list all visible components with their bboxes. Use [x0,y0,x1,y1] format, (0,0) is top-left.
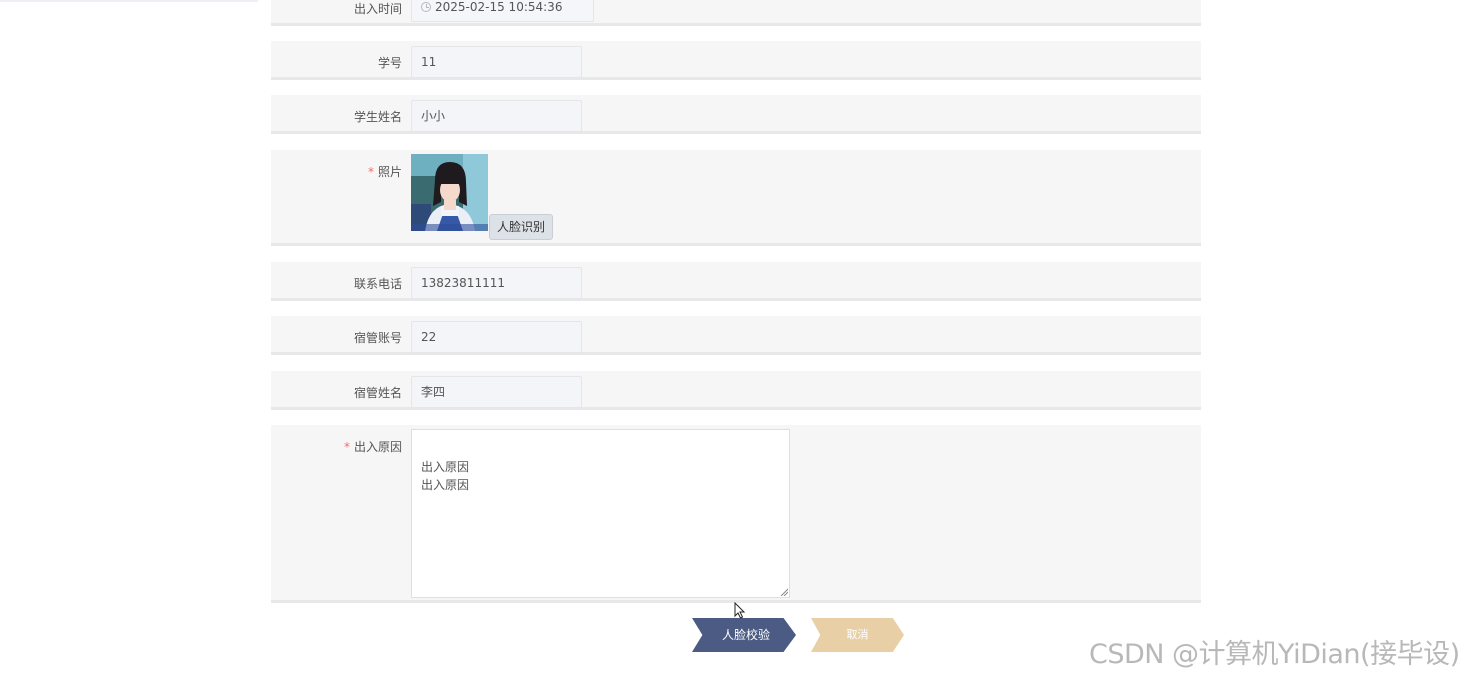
face-recognition-button[interactable]: 人脸识别 [489,214,553,240]
row-time: 出入时间 2025-02-15 10:54:36 [271,0,1201,26]
reason-textarea[interactable]: 出入原因 出入原因 [411,429,790,598]
reason-label-text: 出入原因 [353,440,402,454]
resize-grip-icon[interactable] [780,588,788,596]
watermark: CSDN @计算机YiDian(接毕设) [1089,639,1460,670]
time-value: 2025-02-15 10:54:36 [435,0,563,14]
manager-name-label: 宿管姓名 [353,386,402,400]
student-name-value: 小小 [421,109,446,123]
row-manager-account: 宿管账号 22 [271,316,1201,355]
top-divider [0,0,258,2]
row-reason: * 出入原因 出入原因 出入原因 [271,425,1201,603]
phone-value: 13823811111 [421,276,505,290]
photo-label-text: 照片 [377,165,402,179]
manager-name-field[interactable]: 李四 [411,376,582,408]
student-photo[interactable] [411,154,488,231]
page: 出入时间 2025-02-15 10:54:36 学号 11 学生姓名 小小 *… [0,0,1471,676]
reason-label: * 出入原因 [344,438,402,455]
manager-account-field[interactable]: 22 [411,321,582,353]
row-student-id: 学号 11 [271,41,1201,80]
student-name-field[interactable]: 小小 [411,100,582,132]
time-field[interactable]: 2025-02-15 10:54:36 [411,0,594,22]
student-id-value: 11 [421,55,437,69]
phone-label: 联系电话 [353,277,402,291]
clock-icon [421,2,431,12]
student-id-label: 学号 [377,56,402,70]
student-name-label: 学生姓名 [353,110,402,124]
reason-value: 出入原因 出入原因 [421,460,470,492]
cancel-label: 取消 [846,628,869,641]
row-student-name: 学生姓名 小小 [271,95,1201,134]
cancel-button[interactable]: 取消 [811,618,904,652]
face-verify-button[interactable]: 人脸校验 [692,618,796,652]
row-photo: * 照片 人脸识别 [271,150,1201,246]
row-phone: 联系电话 13823811111 [271,262,1201,301]
manager-name-value: 李四 [421,385,446,399]
manager-account-value: 22 [421,330,437,344]
photo-label: * 照片 [368,163,402,180]
required-mark: * [367,165,374,179]
manager-account-label: 宿管账号 [353,331,402,345]
time-label: 出入时间 [353,2,402,16]
required-mark: * [343,440,350,454]
verify-label: 人脸校验 [721,628,770,642]
mouse-pointer-icon [734,602,746,619]
row-manager-name: 宿管姓名 李四 [271,371,1201,410]
phone-field[interactable]: 13823811111 [411,267,582,299]
photo-image [411,154,488,231]
student-id-field[interactable]: 11 [411,46,582,78]
